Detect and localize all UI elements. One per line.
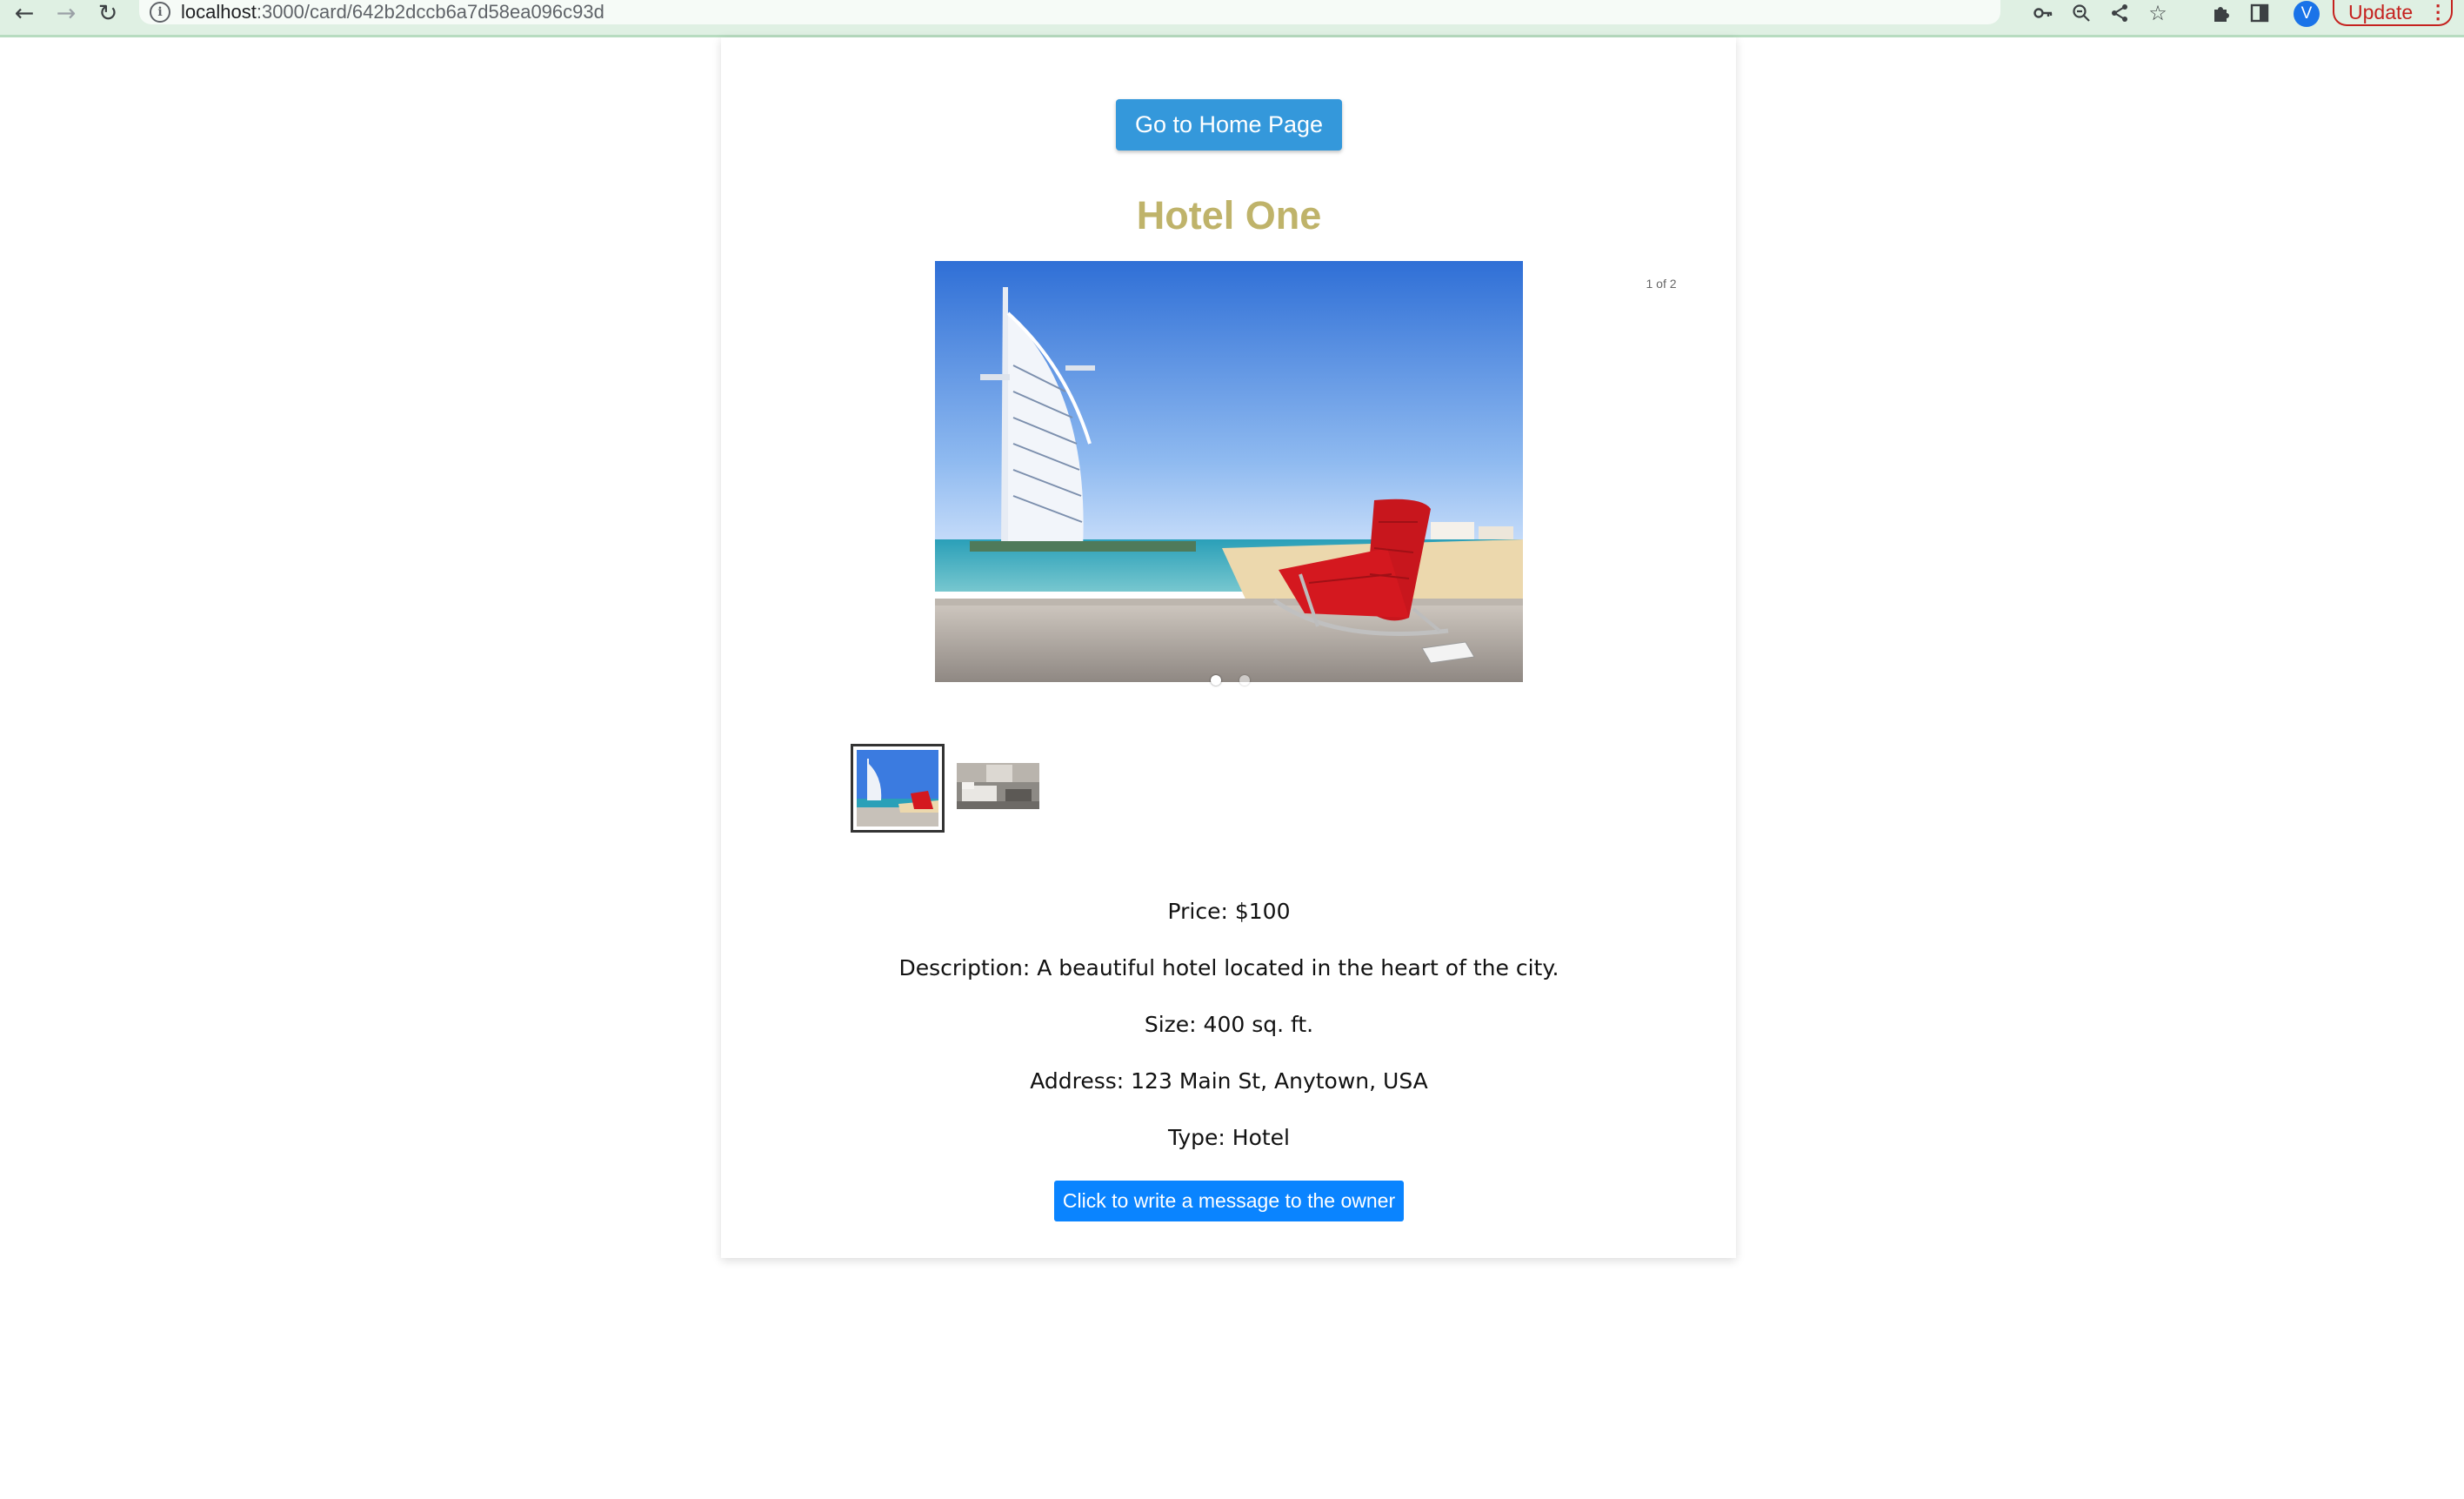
slide-counter: 1 of 2	[1646, 277, 1677, 291]
side-panel-icon[interactable]	[2240, 0, 2279, 26]
page-title: Hotel One	[1136, 193, 1322, 238]
thumbnail-beach-hotel[interactable]	[851, 744, 945, 833]
password-key-icon[interactable]	[2024, 0, 2062, 26]
address-bar[interactable]: i localhost:3000/card/642b2dccb6a7d58ea0…	[139, 0, 2000, 24]
site-info-icon[interactable]: i	[150, 2, 170, 23]
update-button[interactable]: Update ⋮	[2333, 0, 2453, 26]
thumbnail-hotel-room[interactable]	[957, 763, 1039, 809]
address-text: Address: 123 Main St, Anytown, USA	[1030, 1068, 1428, 1094]
url-host: localhost	[181, 1, 257, 23]
back-arrow-icon[interactable]: ←	[7, 0, 42, 26]
home-page-button[interactable]: Go to Home Page	[1116, 99, 1342, 151]
forward-arrow-icon[interactable]: →	[49, 0, 83, 26]
browser-toolbar: ← → ↻ i localhost:3000/card/642b2dccb6a7…	[0, 0, 2464, 37]
share-icon[interactable]	[2100, 0, 2139, 26]
profile-avatar[interactable]: V	[2294, 1, 2320, 27]
url-path: :3000/card/642b2dccb6a7d58ea096c93d	[256, 1, 604, 23]
carousel-main-image[interactable]	[935, 261, 1523, 682]
bookmark-star-icon[interactable]: ☆	[2139, 0, 2177, 26]
kebab-menu-icon[interactable]: ⋮	[2428, 1, 2447, 23]
carousel-dot-2[interactable]	[1239, 675, 1250, 686]
description-text: Description: A beautiful hotel located i…	[898, 955, 1559, 980]
extensions-puzzle-icon[interactable]	[2202, 0, 2240, 26]
reload-icon[interactable]: ↻	[90, 0, 125, 26]
size-text: Size: 400 sq. ft.	[1144, 1012, 1314, 1037]
update-label: Update	[2348, 0, 2414, 23]
message-owner-button[interactable]: Click to write a message to the owner	[1054, 1181, 1404, 1221]
zoom-icon[interactable]	[2062, 0, 2100, 26]
type-text: Type: Hotel	[1167, 1125, 1290, 1150]
address-url[interactable]: localhost:3000/card/642b2dccb6a7d58ea096…	[181, 0, 604, 24]
price-text: Price: $100	[1167, 899, 1291, 924]
carousel-dot-1[interactable]	[1211, 675, 1221, 686]
